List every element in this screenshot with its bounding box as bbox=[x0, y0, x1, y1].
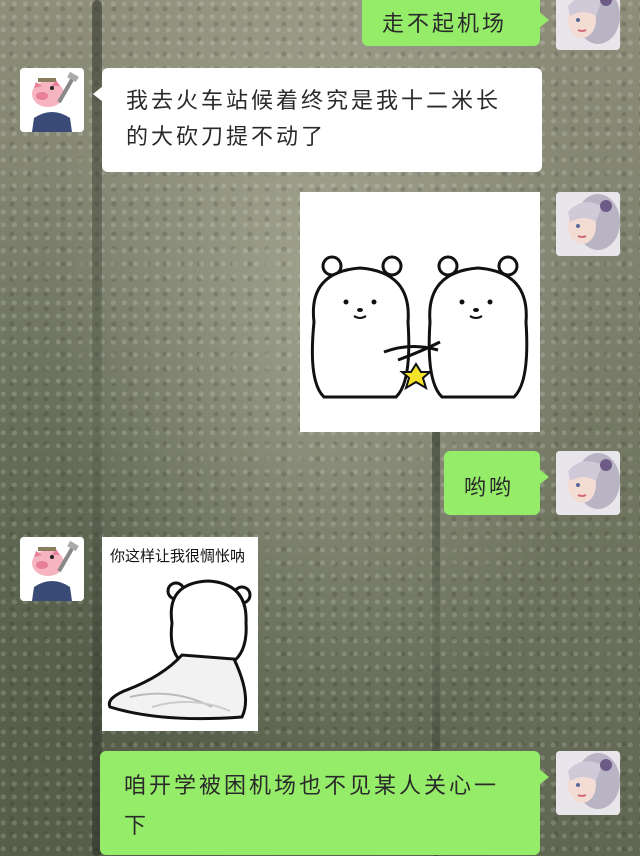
two-bears-high-five-icon bbox=[310, 255, 529, 399]
message-bubble-sent[interactable]: 哟哟 bbox=[444, 451, 549, 515]
self-avatar[interactable] bbox=[556, 451, 620, 515]
message-bubble-sent[interactable]: 咱开学被困机场也不见某人关心一下 bbox=[100, 751, 549, 855]
woman-avatar-icon bbox=[556, 0, 620, 50]
water-streak bbox=[92, 0, 102, 856]
woman-avatar-icon bbox=[556, 192, 620, 256]
message-text: 走不起机场 bbox=[382, 12, 508, 37]
message-text: 我去火车站候着终究是我十二米长的大砍刀提不动了 bbox=[126, 89, 502, 150]
friend-avatar[interactable] bbox=[20, 537, 84, 601]
message-text: 咱开学被困机场也不见某人关心一下 bbox=[124, 774, 500, 839]
two-bears-high-five-sticker[interactable] bbox=[300, 192, 540, 432]
bear-with-cape-sticker[interactable]: 你这样让我很惆怅呐 bbox=[102, 537, 258, 731]
woman-avatar-icon bbox=[556, 751, 620, 815]
friend-avatar[interactable] bbox=[20, 68, 84, 132]
message-text: 哟哟 bbox=[464, 476, 515, 501]
message-bubble-received[interactable]: 我去火车站候着终究是我十二米长的大砍刀提不动了 bbox=[93, 68, 542, 172]
woman-avatar-icon bbox=[556, 451, 620, 515]
bear-with-cape-icon bbox=[107, 579, 252, 721]
message-bubble-sent[interactable]: 走不起机场 bbox=[362, 0, 549, 46]
pig-avatar-icon bbox=[20, 537, 84, 601]
pig-avatar-icon bbox=[20, 68, 84, 132]
self-avatar[interactable] bbox=[556, 0, 620, 50]
self-avatar[interactable] bbox=[556, 751, 620, 815]
self-avatar[interactable] bbox=[556, 192, 620, 256]
